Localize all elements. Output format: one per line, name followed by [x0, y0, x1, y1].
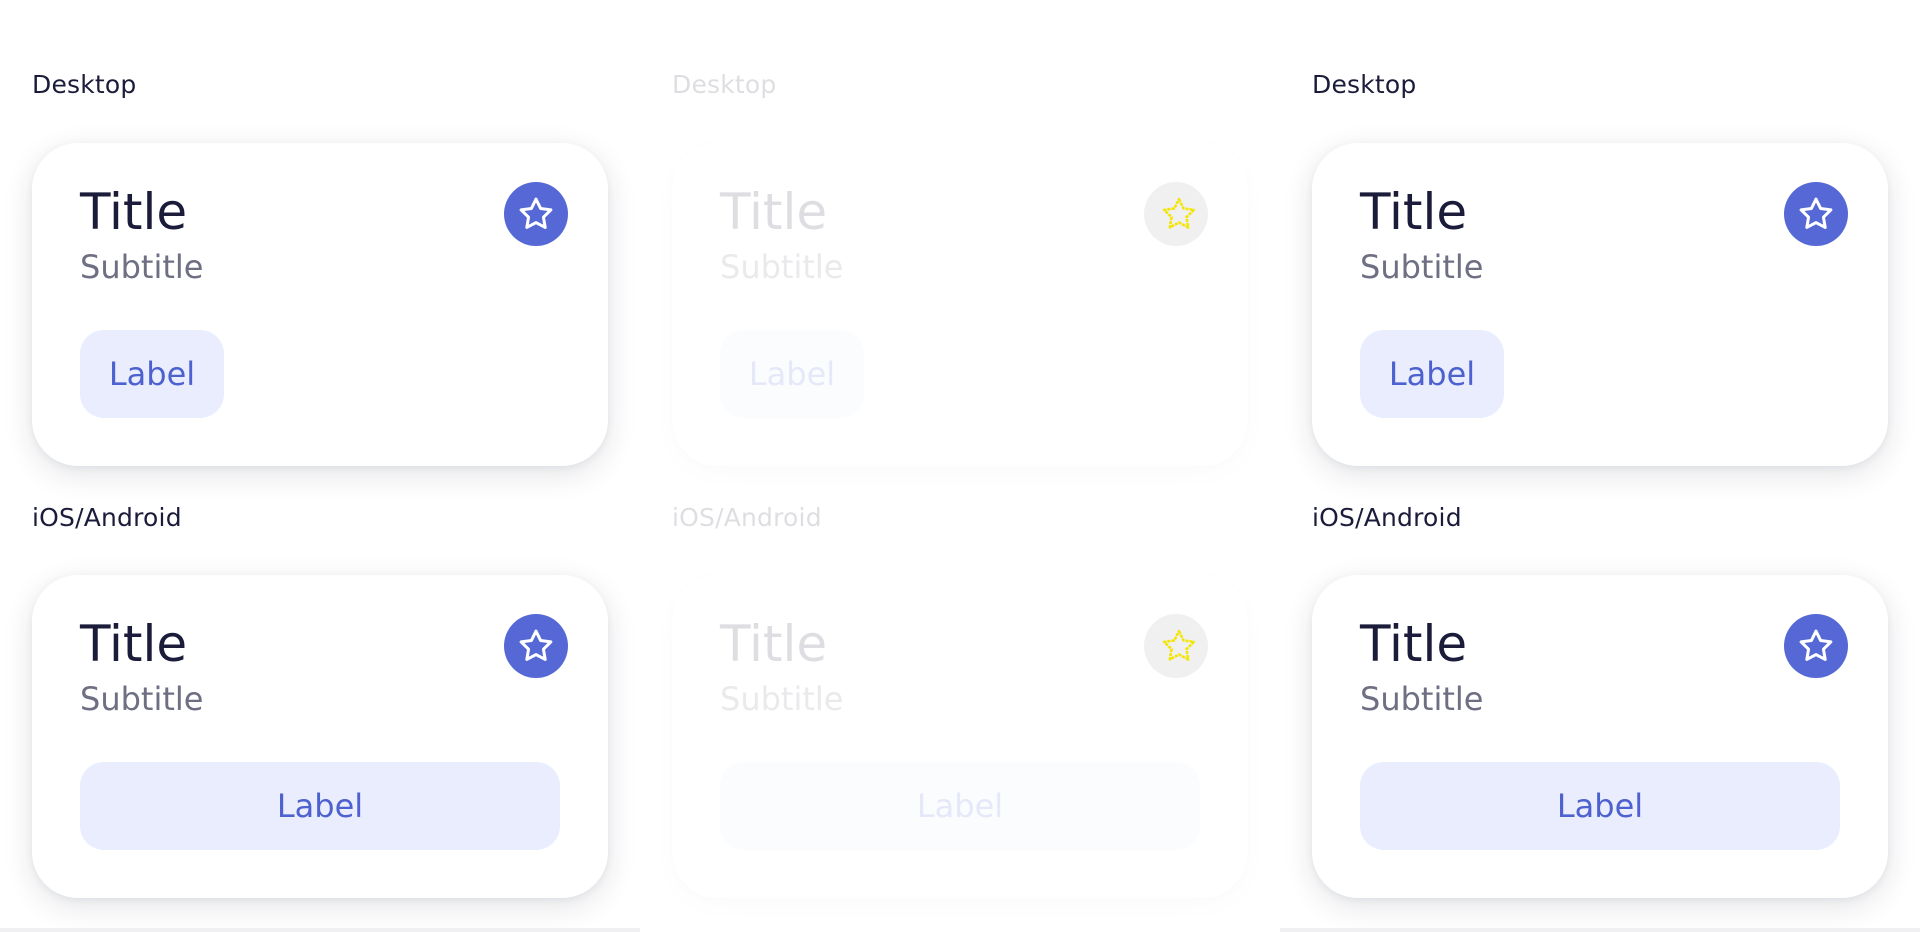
section-label-mobile: iOS/Android	[32, 503, 182, 532]
column-disabled: Desktop Title Subtitle Label iOS/Android…	[640, 0, 1280, 932]
favorite-button[interactable]	[1784, 614, 1848, 678]
card-title: Title	[80, 183, 188, 241]
desktop-card: Title Subtitle Label	[32, 143, 608, 466]
star-icon	[519, 629, 553, 661]
star-icon	[1799, 197, 1833, 229]
card-subtitle: Subtitle	[720, 248, 844, 286]
favorite-button[interactable]	[1784, 182, 1848, 246]
desktop-card-disabled: Title Subtitle Label	[672, 143, 1248, 466]
mobile-card: Title Subtitle Label	[32, 575, 608, 898]
divider	[1280, 928, 1920, 932]
card-title: Title	[720, 183, 828, 241]
column-default-left: Desktop Title Subtitle Label iOS/Android…	[0, 0, 640, 932]
column-default-right: Desktop Title Subtitle Label iOS/Android…	[1280, 0, 1920, 932]
card-title: Title	[720, 615, 828, 673]
label-button-disabled: Label	[720, 330, 864, 418]
label-button-full-width-disabled: Label	[720, 762, 1200, 850]
label-button[interactable]: Label	[80, 330, 224, 418]
section-label-desktop: Desktop	[32, 70, 137, 99]
section-label-mobile: iOS/Android	[1312, 503, 1462, 532]
card-subtitle: Subtitle	[80, 680, 204, 718]
section-label-desktop: Desktop	[1312, 70, 1417, 99]
divider	[0, 928, 640, 932]
label-button-full-width[interactable]: Label	[1360, 762, 1840, 850]
label-button-full-width[interactable]: Label	[80, 762, 560, 850]
favorite-button[interactable]	[504, 182, 568, 246]
card-subtitle: Subtitle	[720, 680, 844, 718]
card-title: Title	[80, 615, 188, 673]
favorite-button-disabled	[1144, 182, 1208, 246]
mobile-card-disabled: Title Subtitle Label	[672, 575, 1248, 898]
section-label-mobile: iOS/Android	[672, 503, 822, 532]
canvas: Desktop Title Subtitle Label iOS/Android…	[0, 0, 1920, 932]
card-subtitle: Subtitle	[1360, 248, 1484, 286]
card-subtitle: Subtitle	[1360, 680, 1484, 718]
star-icon	[519, 197, 553, 229]
star-icon	[1799, 629, 1833, 661]
favorite-button[interactable]	[504, 614, 568, 678]
card-title: Title	[1360, 183, 1468, 241]
section-label-desktop: Desktop	[672, 70, 777, 99]
label-button[interactable]: Label	[1360, 330, 1504, 418]
favorite-button-disabled	[1144, 614, 1208, 678]
mobile-card: Title Subtitle Label	[1312, 575, 1888, 898]
desktop-card: Title Subtitle Label	[1312, 143, 1888, 466]
card-title: Title	[1360, 615, 1468, 673]
card-subtitle: Subtitle	[80, 248, 204, 286]
